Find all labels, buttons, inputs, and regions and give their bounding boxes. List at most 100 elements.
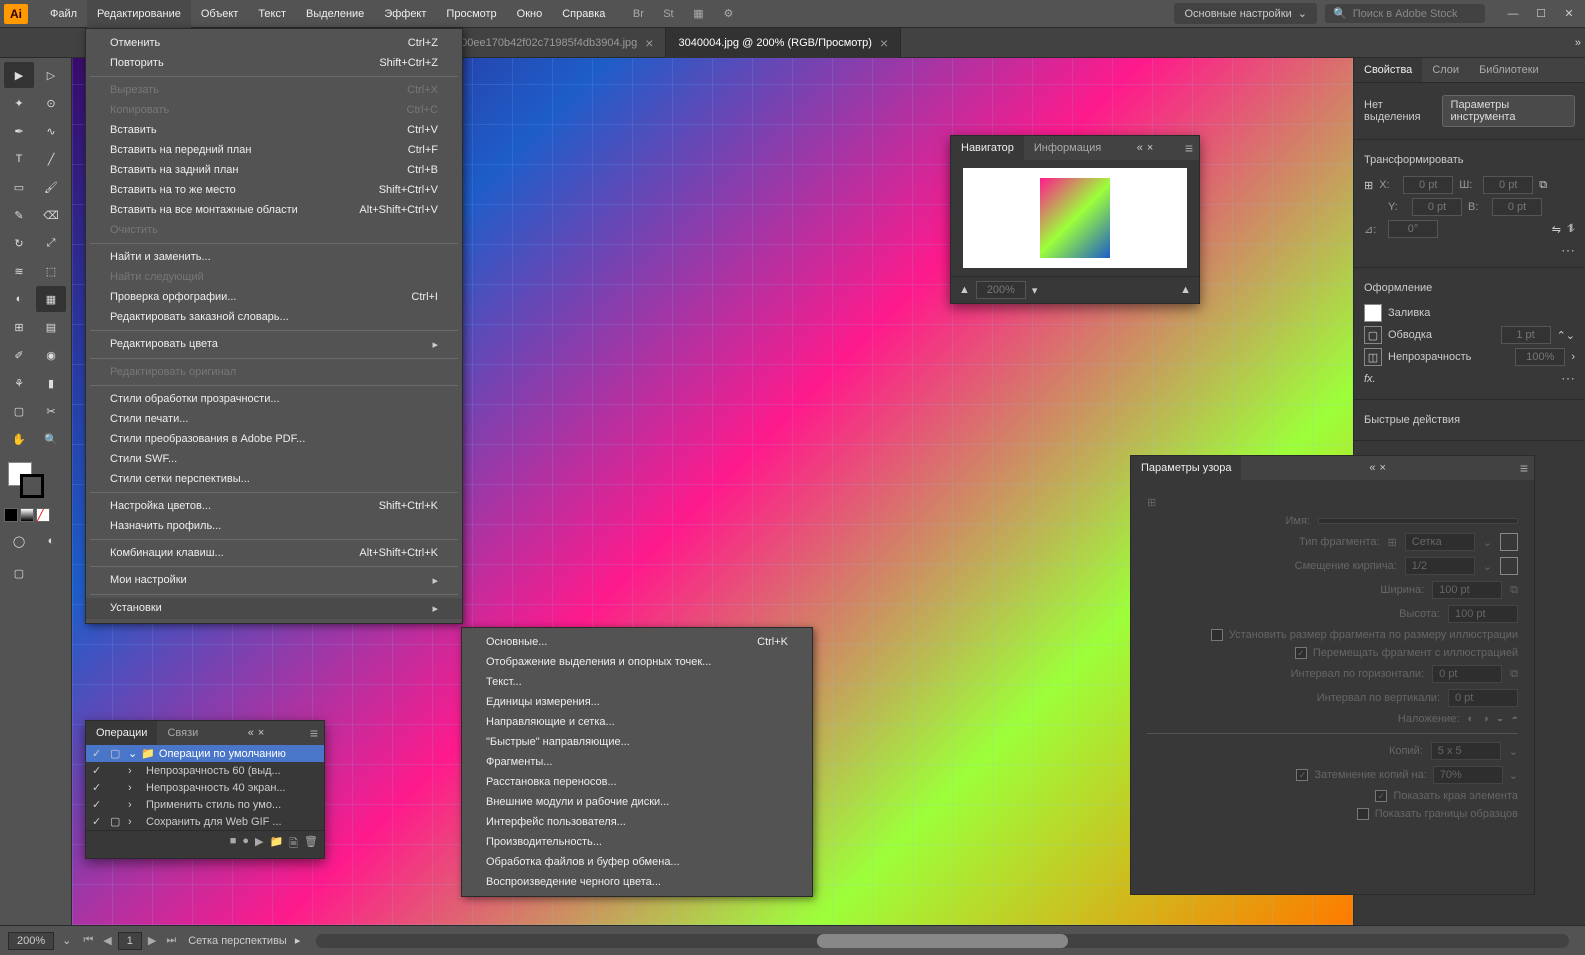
y-field[interactable]: 0 pt	[1412, 198, 1462, 216]
menu-copy[interactable]: КопироватьCtrl+C	[86, 100, 462, 120]
submenu-smart-guides[interactable]: "Быстрые" направляющие...	[462, 732, 812, 752]
collapse-icon[interactable]: «	[1369, 462, 1375, 474]
menu-color-settings[interactable]: Настройка цветов...Shift+Ctrl+K	[86, 496, 462, 516]
navigator-zoom-field[interactable]: 200%	[976, 281, 1026, 299]
width-tool-icon[interactable]: ≋	[4, 258, 34, 284]
link-icon[interactable]: ⧉	[1539, 179, 1547, 192]
pattern-tile-tool-icon[interactable]: ⊞	[1147, 496, 1156, 509]
column-graph-tool-icon[interactable]: ▮	[36, 370, 66, 396]
show-swatch-bounds-checkbox[interactable]	[1357, 808, 1369, 820]
screen-mode-icon[interactable]: ▢	[4, 560, 34, 586]
menu-paste-in-place[interactable]: Вставить на то же местоShift+Ctrl+V	[86, 180, 462, 200]
layers-tab[interactable]: Слои	[1422, 58, 1469, 82]
gradient-tool-icon[interactable]: ▤	[36, 314, 66, 340]
stroke-stepper-icon[interactable]: ⌃⌄	[1557, 329, 1575, 342]
menu-edit-original[interactable]: Редактировать оригинал	[86, 362, 462, 382]
pattern-options-tab[interactable]: Параметры узора	[1131, 456, 1241, 480]
magic-wand-tool-icon[interactable]: ✦	[4, 90, 34, 116]
rectangle-tool-icon[interactable]: ▭	[4, 174, 34, 200]
hand-tool-icon[interactable]: ✋	[4, 426, 34, 452]
status-arrow-icon[interactable]: ▸	[295, 934, 301, 947]
new-action-icon[interactable]: 🗎	[289, 835, 298, 854]
minimize-button[interactable]: —	[1501, 4, 1525, 24]
v-spacing-field[interactable]: 0 pt	[1448, 689, 1518, 707]
zoom-combo[interactable]: 200%	[8, 932, 54, 950]
eraser-tool-icon[interactable]: ⌫	[36, 202, 66, 228]
menu-effect[interactable]: Эффект	[374, 0, 436, 28]
overlap-icon-3[interactable]: ◒	[1497, 713, 1504, 725]
menu-perspective-styles[interactable]: Стили сетки перспективы...	[86, 469, 462, 489]
chevron-down-icon[interactable]: ⌄	[1483, 560, 1492, 573]
mesh-tool-icon[interactable]: ⊞	[4, 314, 34, 340]
shaper-tool-icon[interactable]: ✎	[4, 202, 34, 228]
zoom-slider-icon[interactable]: ▾	[1032, 284, 1038, 297]
first-artboard-icon[interactable]: ⏮	[79, 932, 97, 950]
check-icon[interactable]: ✓	[92, 798, 106, 811]
chevron-down-icon[interactable]: ⌄	[1483, 536, 1492, 549]
menu-view[interactable]: Просмотр	[436, 0, 506, 28]
size-tile-checkbox[interactable]	[1211, 629, 1223, 641]
menu-custom-dictionary[interactable]: Редактировать заказной словарь...	[86, 307, 462, 327]
libraries-tab[interactable]: Библиотеки	[1469, 58, 1549, 82]
panel-more-icon[interactable]: ⋯	[1561, 370, 1575, 387]
color-swatches[interactable]	[4, 462, 67, 502]
selection-tool-icon[interactable]: ▶	[4, 62, 34, 88]
menu-clear[interactable]: Очистить	[86, 220, 462, 240]
rotate-tool-icon[interactable]: ↻	[4, 230, 34, 256]
action-item-row[interactable]: ✓▢›Сохранить для Web GIF ...	[86, 813, 324, 830]
curvature-tool-icon[interactable]: ∿	[36, 118, 66, 144]
submenu-guides-grid[interactable]: Направляющие и сетка...	[462, 712, 812, 732]
menu-paste-front[interactable]: Вставить на передний планCtrl+F	[86, 140, 462, 160]
panel-menu-icon[interactable]: ≡	[1179, 140, 1199, 156]
submenu-performance[interactable]: Производительность...	[462, 832, 812, 852]
navigator-tab[interactable]: Навигатор	[951, 136, 1024, 160]
action-item-row[interactable]: ✓›Применить стиль по умо...	[86, 796, 324, 813]
submenu-black-appearance[interactable]: Воспроизведение черного цвета...	[462, 872, 812, 892]
pen-tool-icon[interactable]: ✒	[4, 118, 34, 144]
direct-selection-tool-icon[interactable]: ▷	[36, 62, 66, 88]
maximize-button[interactable]: ☐	[1529, 4, 1553, 24]
play-icon[interactable]: ▶	[255, 835, 263, 854]
submenu-general[interactable]: Основные...Ctrl+K	[462, 632, 812, 652]
stroke-swatch[interactable]	[20, 474, 44, 498]
dim-copies-checkbox[interactable]: ✓	[1296, 769, 1308, 781]
horizontal-scrollbar[interactable]	[316, 934, 1569, 948]
perspective-grid-tool-icon[interactable]: ▦	[36, 286, 66, 312]
close-panel-icon[interactable]: ×	[1379, 462, 1385, 474]
links-tab[interactable]: Связи	[157, 721, 208, 745]
dim-copies-field[interactable]: 70%	[1433, 766, 1503, 784]
fill-swatch-icon[interactable]	[1364, 304, 1382, 322]
lasso-tool-icon[interactable]: ⊙	[36, 90, 66, 116]
link-wh-icon[interactable]: ⧉	[1510, 584, 1518, 597]
stock-icon[interactable]: St	[657, 3, 679, 25]
reference-point-icon[interactable]: ⊞	[1364, 179, 1373, 192]
check-icon[interactable]: ✓	[92, 815, 106, 828]
stroke-swatch-icon[interactable]: ▢	[1364, 326, 1382, 344]
eyedropper-tool-icon[interactable]: ✐	[4, 342, 34, 368]
tabs-overflow-icon[interactable]: »	[1575, 37, 1581, 49]
menu-find-replace[interactable]: Найти и заменить...	[86, 247, 462, 267]
symbol-sprayer-tool-icon[interactable]: ⚘	[4, 370, 34, 396]
check-icon[interactable]: ✓	[92, 781, 106, 794]
menu-window[interactable]: Окно	[507, 0, 553, 28]
chevron-down-icon[interactable]: ⌄	[128, 747, 137, 760]
submenu-file-clipboard[interactable]: Обработка файлов и буфер обмена...	[462, 852, 812, 872]
action-set-row[interactable]: ✓ ▢ ⌄ 📁 Операции по умолчанию	[86, 745, 324, 762]
menu-edit[interactable]: Редактирование	[87, 0, 191, 28]
angle-field[interactable]: 0°	[1388, 220, 1438, 238]
menu-paste-all-artboards[interactable]: Вставить на все монтажные областиAlt+Shi…	[86, 200, 462, 220]
menu-print-styles[interactable]: Стили печати...	[86, 409, 462, 429]
gpu-icon[interactable]: ⚙	[717, 3, 739, 25]
document-tab[interactable]: 00ee170b42f02c71985f4db3904.jpg×	[449, 28, 666, 58]
menu-assign-profile[interactable]: Назначить профиль...	[86, 516, 462, 536]
workspace-dropdown[interactable]: Основные настройки ⌄	[1174, 3, 1317, 24]
draw-behind-icon[interactable]: ◐	[36, 528, 66, 554]
brick-offset-dropdown[interactable]: 1/2	[1405, 557, 1475, 575]
submenu-units[interactable]: Единицы измерения...	[462, 692, 812, 712]
arrange-icon[interactable]: ▦	[687, 3, 709, 25]
menu-spellcheck[interactable]: Проверка орфографии...Ctrl+I	[86, 287, 462, 307]
next-artboard-icon[interactable]: ▶	[144, 932, 160, 950]
pattern-name-field[interactable]	[1318, 518, 1518, 524]
record-icon[interactable]: ●	[242, 835, 249, 854]
tab-close-icon[interactable]: ×	[645, 35, 653, 51]
